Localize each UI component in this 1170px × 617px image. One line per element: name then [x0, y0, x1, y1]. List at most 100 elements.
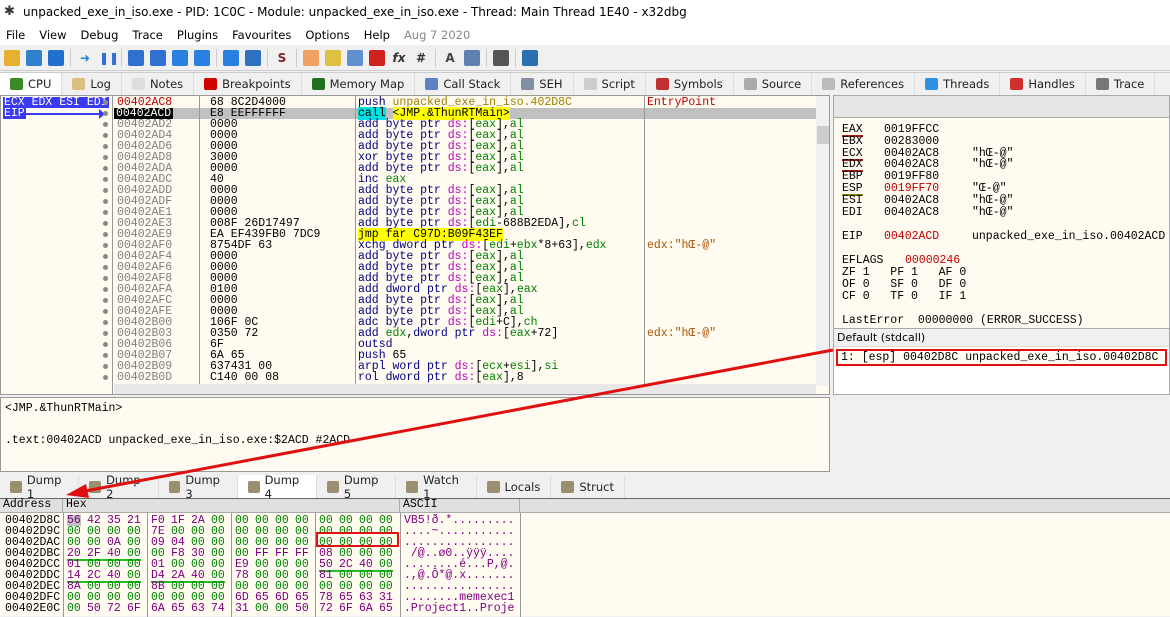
tab-notes[interactable]: Notes [121, 73, 195, 95]
tab-symbols[interactable]: Symbols [645, 73, 734, 95]
functions-icon[interactable]: fx [391, 50, 407, 66]
step-into-icon[interactable] [128, 49, 144, 66]
breakpoint-dot[interactable] [103, 133, 108, 138]
tab-trace[interactable]: Trace [1085, 73, 1156, 95]
tab-threads[interactable]: Threads [915, 73, 1001, 95]
breakpoint-dot[interactable] [103, 177, 108, 182]
dump-byte[interactable]: 00 [255, 603, 269, 615]
breakpoint-dot[interactable] [103, 243, 108, 248]
tab-log[interactable]: Log [62, 73, 122, 95]
dump-byte[interactable]: 74 [211, 603, 225, 615]
dump-byte[interactable]: 65 [171, 603, 185, 615]
dump-tab-dump-3[interactable]: Dump 3 [158, 473, 238, 501]
dump-byte[interactable]: 00 [275, 603, 289, 615]
breakpoint-dot[interactable] [103, 100, 108, 105]
breakpoint-dot[interactable] [103, 276, 108, 281]
comments-icon[interactable] [325, 49, 341, 66]
patch-icon[interactable] [303, 49, 319, 66]
run-icon[interactable]: ➜ [77, 50, 93, 66]
dump-tab-dump-5[interactable]: Dump 5 [317, 473, 397, 501]
restart-icon[interactable] [26, 49, 42, 66]
globe-icon[interactable] [522, 49, 538, 66]
menu-plugins[interactable]: Plugins [177, 28, 218, 42]
dump-byte[interactable]: 65 [379, 603, 393, 615]
tab-breakpoints[interactable]: Breakpoints [194, 73, 302, 95]
dump-tab-watch-1[interactable]: Watch 1 [396, 473, 477, 501]
tab-script[interactable]: Script [573, 73, 646, 95]
dump-byte[interactable]: 00 [67, 603, 81, 615]
tab-references[interactable]: References [812, 73, 916, 95]
dump-byte[interactable]: 72 [107, 603, 121, 615]
trace-into-icon[interactable] [172, 49, 188, 66]
disassembly-row[interactable]: 00402B0D C140 00 08 rol dword ptr ds:[eax]… [103, 372, 816, 383]
dump-byte[interactable]: 6A [151, 603, 165, 615]
dump-tab-dump-2[interactable]: Dump 2 [79, 473, 159, 501]
breakpoint-dot[interactable] [103, 375, 108, 380]
menu-file[interactable]: File [6, 28, 25, 42]
pause-icon[interactable]: ❚❚ [99, 50, 119, 66]
dump-byte[interactable]: 50 [295, 603, 309, 615]
dump-tab-locals[interactable]: Locals [476, 475, 552, 498]
breakpoint-dot[interactable] [103, 265, 108, 270]
breakpoint-dot[interactable] [103, 144, 108, 149]
hex-column-header[interactable]: Hex [63, 499, 400, 513]
dump-row[interactable]: 00402E0C 00 50 72 6F 6A 65 63 74 31 00 00 50 72 6F 6A 65… [0, 603, 520, 615]
calls-icon[interactable] [464, 49, 480, 66]
breakpoint-dot[interactable] [103, 320, 108, 325]
breakpoint-dot[interactable] [103, 122, 108, 127]
breakpoint-dot[interactable] [103, 298, 108, 303]
dump-byte[interactable]: 72 [319, 603, 333, 615]
hex-dump-view[interactable]: Address Hex ASCII 00402D8C 56 42 35 21 F0 1F 2A… [0, 498, 1170, 617]
breakpoint-dot[interactable] [103, 210, 108, 215]
stop-icon[interactable] [48, 49, 64, 66]
breakpoint-dot[interactable] [103, 342, 108, 347]
dump-byte[interactable]: 6F [127, 603, 141, 615]
tab-seh[interactable]: SEH [511, 73, 574, 95]
hash-icon[interactable]: # [413, 50, 429, 66]
breakpoint-dot[interactable] [103, 188, 108, 193]
ascii-column-header[interactable]: ASCII [400, 499, 520, 513]
calculator-icon[interactable] [493, 49, 509, 66]
open-icon[interactable] [4, 49, 20, 66]
breakpoint-dot[interactable] [103, 232, 108, 237]
menu-debug[interactable]: Debug [81, 28, 119, 42]
disassembly-horizontal-scrollbar[interactable] [114, 384, 816, 394]
breakpoint-dot[interactable] [103, 309, 108, 314]
dump-tab-dump-1[interactable]: Dump 1 [0, 473, 80, 501]
dump-tab-struct[interactable]: Struct [551, 475, 626, 498]
menu-help[interactable]: Help [364, 28, 390, 42]
menu-favourites[interactable]: Favourites [232, 28, 291, 42]
breakpoint-dot[interactable] [103, 155, 108, 160]
tab-handles[interactable]: Handles [1000, 73, 1086, 95]
menu-trace[interactable]: Trace [132, 28, 163, 42]
breakpoint-dot[interactable] [103, 221, 108, 226]
disassembly-view[interactable]: ECX EDX ESI EDI EIP 00402AC8 68 8C2D4000 p… [0, 95, 830, 395]
script-icon[interactable]: S [274, 50, 290, 66]
breakpoint-dot[interactable] [103, 254, 108, 259]
breakpoint-dot[interactable] [103, 111, 108, 116]
dump-byte[interactable]: 6A [359, 603, 373, 615]
disassembly-vertical-scrollbar[interactable] [816, 96, 829, 386]
dump-byte[interactable]: 50 [87, 603, 101, 615]
calling-convention[interactable]: Default (stdcall) [834, 329, 1169, 347]
dump-byte[interactable]: 31 [235, 603, 249, 615]
breakpoint-dot[interactable] [103, 331, 108, 336]
breakpoint-dot[interactable] [103, 199, 108, 204]
address-column-header[interactable]: Address [0, 499, 63, 513]
breakpoint-dot[interactable] [103, 287, 108, 292]
bookmarks-icon[interactable] [369, 49, 385, 66]
tab-memory-map[interactable]: Memory Map [301, 73, 416, 95]
dump-tab-dump-4[interactable]: Dump 4 [237, 473, 317, 501]
strings-icon[interactable]: A [442, 50, 458, 66]
dump-byte[interactable]: 63 [191, 603, 205, 615]
tab-cpu[interactable]: CPU [0, 73, 63, 95]
dump-byte[interactable]: 6F [339, 603, 353, 615]
call-stack-arg-row[interactable]: 1: [esp] 00402D8C unpacked_exe_in_iso.00… [836, 349, 1167, 366]
trace-over-icon[interactable] [194, 49, 210, 66]
tab-source[interactable]: Source [733, 73, 813, 95]
step-over-icon[interactable] [150, 49, 166, 66]
breakpoint-dot[interactable] [103, 364, 108, 369]
breakpoint-dot[interactable] [103, 166, 108, 171]
execute-till-return-icon[interactable] [223, 49, 239, 66]
run-to-user-code-icon[interactable] [245, 49, 261, 66]
